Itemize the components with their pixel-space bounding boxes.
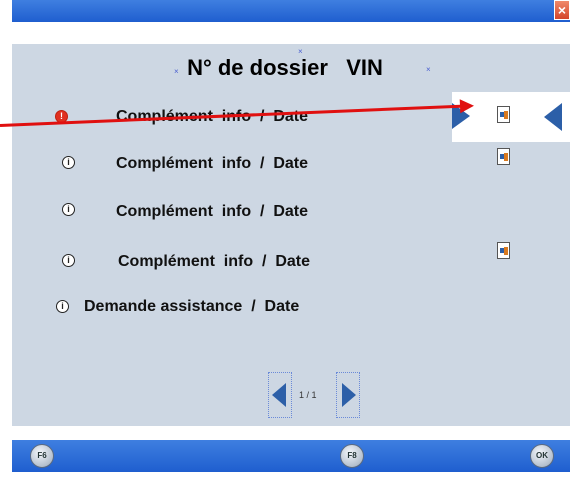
document-icon[interactable] <box>497 148 510 165</box>
document-icon[interactable] <box>497 106 510 123</box>
f8-key-label: F8 <box>347 451 357 460</box>
info-icon: i <box>56 300 69 313</box>
ok-label: OK <box>536 451 548 460</box>
list-item[interactable]: i Complément info / Date <box>0 242 570 282</box>
upload-f6-button[interactable]: F6 <box>30 444 54 468</box>
page-title: N° de dossier VIN <box>187 55 383 80</box>
list-item[interactable]: i Complément info / Date <box>0 203 570 233</box>
list-item[interactable]: i Demande assistance / Date <box>0 298 570 328</box>
document-icon[interactable] <box>497 242 510 259</box>
f6-key-label: F6 <box>37 451 47 460</box>
decor-mark-icon: × <box>426 65 431 74</box>
annotation-arrowhead-icon <box>459 98 475 114</box>
pagination: 1 / 1 <box>268 372 360 418</box>
row-label: Demande assistance / Date <box>84 298 300 315</box>
chevron-right-icon <box>342 383 356 407</box>
info-icon: i <box>62 203 75 216</box>
decor-mark-icon: × <box>298 47 303 56</box>
list-item[interactable]: i Complément info / Date <box>0 148 570 184</box>
row-label: Complément info / Date <box>116 203 309 220</box>
chevron-left-icon <box>272 383 286 407</box>
row-label: Complément info / Date <box>116 155 309 172</box>
print-f8-button[interactable]: F8 <box>340 444 364 468</box>
page-next-button[interactable] <box>336 372 360 418</box>
info-icon: i <box>62 156 75 169</box>
close-button[interactable]: × <box>554 0 570 20</box>
page-prev-button[interactable] <box>268 372 292 418</box>
decor-mark-icon: × <box>174 67 179 76</box>
info-icon: i <box>62 254 75 267</box>
ok-button[interactable]: OK <box>530 444 554 468</box>
page-indicator: 1 / 1 <box>299 390 317 400</box>
window-titlebar: × <box>12 0 570 22</box>
row-label: Complément info / Date <box>118 253 311 270</box>
bottom-toolbar <box>12 440 570 472</box>
